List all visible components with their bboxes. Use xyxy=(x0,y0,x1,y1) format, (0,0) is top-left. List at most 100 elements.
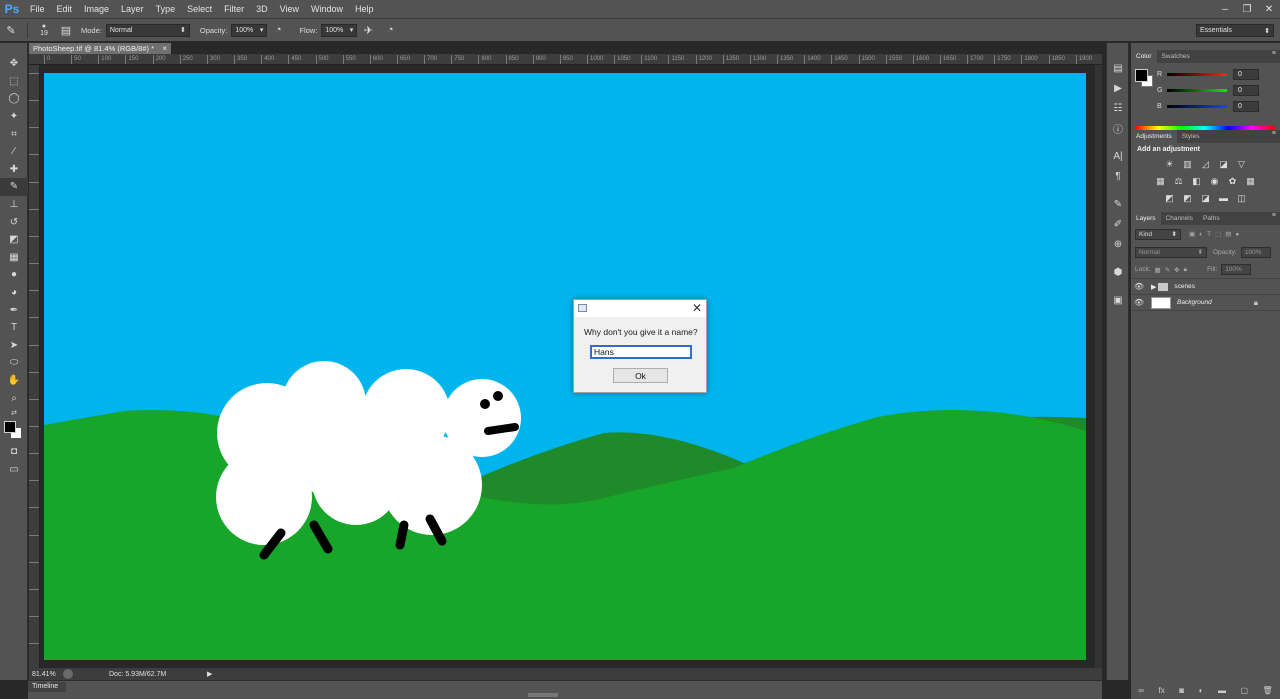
hand-tool-icon[interactable]: ✋ xyxy=(0,372,28,390)
history-brush-icon[interactable]: ↺ xyxy=(0,213,28,231)
brush-tool-preset-icon[interactable]: ✎ xyxy=(3,22,19,38)
threshold-icon[interactable]: ◪ xyxy=(1199,192,1213,204)
lasso-tool-icon[interactable]: ◯ xyxy=(0,90,28,108)
menu-image[interactable]: Image xyxy=(78,0,115,18)
pressure-opacity-icon[interactable]: ◔ xyxy=(270,22,286,38)
delete-layer-icon[interactable]: 🗑︎ xyxy=(1263,686,1273,695)
opacity-field[interactable]: 100% ▾ xyxy=(231,23,268,37)
posterize-icon[interactable]: ◩ xyxy=(1181,192,1195,204)
name-input[interactable] xyxy=(590,345,692,359)
menu-3d[interactable]: 3D xyxy=(250,0,274,18)
lock-pixels-icon[interactable]: ✎ xyxy=(1165,266,1170,274)
menu-view[interactable]: View xyxy=(274,0,305,18)
lock-all-icon[interactable]: 🔒︎ xyxy=(1184,266,1187,274)
blur-tool-icon[interactable]: ● xyxy=(0,266,28,284)
crop-tool-icon[interactable]: ⌗ xyxy=(0,125,28,143)
menu-layer[interactable]: Layer xyxy=(115,0,150,18)
channel-mixer-icon[interactable]: ✿ xyxy=(1226,175,1240,187)
dodge-tool-icon[interactable]: ◕ xyxy=(0,284,28,302)
green-value[interactable]: 0 xyxy=(1233,84,1259,96)
panel-menu-icon[interactable]: ≡ xyxy=(1272,130,1276,137)
color-swatches[interactable] xyxy=(0,419,28,443)
tab-swatches[interactable]: Swatches xyxy=(1157,50,1195,63)
menu-filter[interactable]: Filter xyxy=(218,0,250,18)
vibrance-icon[interactable]: ▽ xyxy=(1235,158,1249,170)
3d-icon[interactable]: ⬢ xyxy=(1107,263,1129,281)
tab-color[interactable]: Color xyxy=(1131,50,1157,63)
brush-tool-icon[interactable]: ✎ xyxy=(0,178,28,196)
proof-icon[interactable] xyxy=(63,669,73,679)
panel-menu-icon[interactable]: ≡ xyxy=(1272,50,1276,57)
brush-panel-icon[interactable]: ▤ xyxy=(58,22,74,38)
airbrush-icon[interactable]: ✈ xyxy=(360,22,376,38)
workspace-select[interactable]: Essentials ⬍ xyxy=(1196,24,1274,37)
brightness-icon[interactable]: ☀ xyxy=(1163,158,1177,170)
blue-slider[interactable] xyxy=(1167,104,1227,108)
zoom-level[interactable]: 81.41% xyxy=(29,671,57,678)
screen-mode-icon[interactable]: ▭ xyxy=(0,460,28,478)
filter-smart-icon[interactable]: ▤ xyxy=(1225,230,1231,238)
filter-type-icon[interactable]: T xyxy=(1207,231,1211,238)
pressure-size-icon[interactable]: ◔ xyxy=(382,22,398,38)
dialog-close-button[interactable]: ✕ xyxy=(692,301,702,315)
layer-item-scenes[interactable]: 👁︎ ▶ scenes xyxy=(1131,279,1280,295)
add-mask-icon[interactable]: ◙ xyxy=(1179,686,1184,695)
photo-filter-icon[interactable]: ◉ xyxy=(1208,175,1222,187)
lock-transparent-icon[interactable]: ▦ xyxy=(1155,266,1161,274)
filter-pixel-icon[interactable]: ▣ xyxy=(1189,230,1195,238)
document-tab[interactable]: PhotoSheep.tif @ 81.4% (RGB/8#) * × xyxy=(29,43,171,54)
black-white-icon[interactable]: ◧ xyxy=(1190,175,1204,187)
selective-color-icon[interactable]: ◫ xyxy=(1235,192,1249,204)
color-balance-icon[interactable]: ⚖ xyxy=(1172,175,1186,187)
levels-icon[interactable]: ▥ xyxy=(1181,158,1195,170)
gradient-tool-icon[interactable]: ▦ xyxy=(0,249,28,267)
menu-type[interactable]: Type xyxy=(150,0,182,18)
foreground-color[interactable] xyxy=(4,420,16,433)
character-icon[interactable]: A| xyxy=(1107,147,1129,165)
panel-menu-icon[interactable]: ≡ xyxy=(1272,212,1276,219)
properties-icon[interactable]: ☷ xyxy=(1107,99,1129,117)
healing-brush-icon[interactable]: ✚ xyxy=(0,161,28,179)
new-adjustment-icon[interactable]: ◐ xyxy=(1199,686,1204,695)
color-lookup-icon[interactable]: ▦ xyxy=(1244,175,1258,187)
flow-field[interactable]: 100% ▾ xyxy=(321,23,358,37)
close-window-button[interactable]: ✕ xyxy=(1258,0,1280,18)
clone-stamp-icon[interactable]: ⊥ xyxy=(0,196,28,214)
history-icon[interactable]: ▤ xyxy=(1107,59,1129,77)
lock-position-icon[interactable]: ✥ xyxy=(1174,266,1179,274)
swap-colors-icon[interactable]: ⇄ xyxy=(0,407,28,419)
actions-icon[interactable]: ▶ xyxy=(1107,79,1129,97)
menu-file[interactable]: File xyxy=(24,0,51,18)
layer-comps-icon[interactable]: ▣ xyxy=(1107,291,1129,309)
marquee-tool-icon[interactable]: ⬚ xyxy=(0,73,28,91)
minimize-button[interactable]: – xyxy=(1214,0,1236,18)
menu-edit[interactable]: Edit xyxy=(51,0,79,18)
info-icon[interactable]: ⓘ xyxy=(1107,119,1129,137)
visibility-eye-icon[interactable]: 👁︎ xyxy=(1131,282,1147,291)
paragraph-icon[interactable]: ¶ xyxy=(1107,167,1129,185)
visibility-eye-icon[interactable]: 👁︎ xyxy=(1131,298,1147,307)
tab-styles[interactable]: Styles xyxy=(1177,130,1205,143)
red-slider[interactable] xyxy=(1167,72,1227,76)
timeline-tab[interactable]: Timeline xyxy=(28,682,66,692)
menu-help[interactable]: Help xyxy=(349,0,380,18)
status-menu-arrow[interactable]: ▶ xyxy=(207,670,212,678)
hue-saturation-icon[interactable]: ▦ xyxy=(1154,175,1168,187)
tab-adjustments[interactable]: Adjustments xyxy=(1131,130,1177,143)
zoom-tool-icon[interactable]: ⌕ xyxy=(0,389,28,407)
filter-adjustment-icon[interactable]: ◐ xyxy=(1199,231,1203,238)
pen-tool-icon[interactable]: ✒ xyxy=(0,301,28,319)
exposure-icon[interactable]: ◪ xyxy=(1217,158,1231,170)
fx-icon[interactable]: fx xyxy=(1158,686,1164,695)
blue-value[interactable]: 0 xyxy=(1233,100,1259,112)
filter-toggle-icon[interactable]: ● xyxy=(1235,231,1239,238)
document-canvas[interactable] xyxy=(44,73,1086,660)
brush-presets-icon[interactable]: ✎ xyxy=(1107,195,1129,213)
expand-triangle-icon[interactable]: ▶ xyxy=(1151,283,1156,291)
tab-channels[interactable]: Channels xyxy=(1161,212,1198,225)
layer-item-background[interactable]: 👁︎ Background 🔒︎ xyxy=(1131,295,1280,311)
close-tab-icon[interactable]: × xyxy=(162,43,167,54)
magic-wand-icon[interactable]: ✦ xyxy=(0,108,28,126)
invert-icon[interactable]: ◩ xyxy=(1163,192,1177,204)
path-selection-icon[interactable]: ➤ xyxy=(0,337,28,355)
